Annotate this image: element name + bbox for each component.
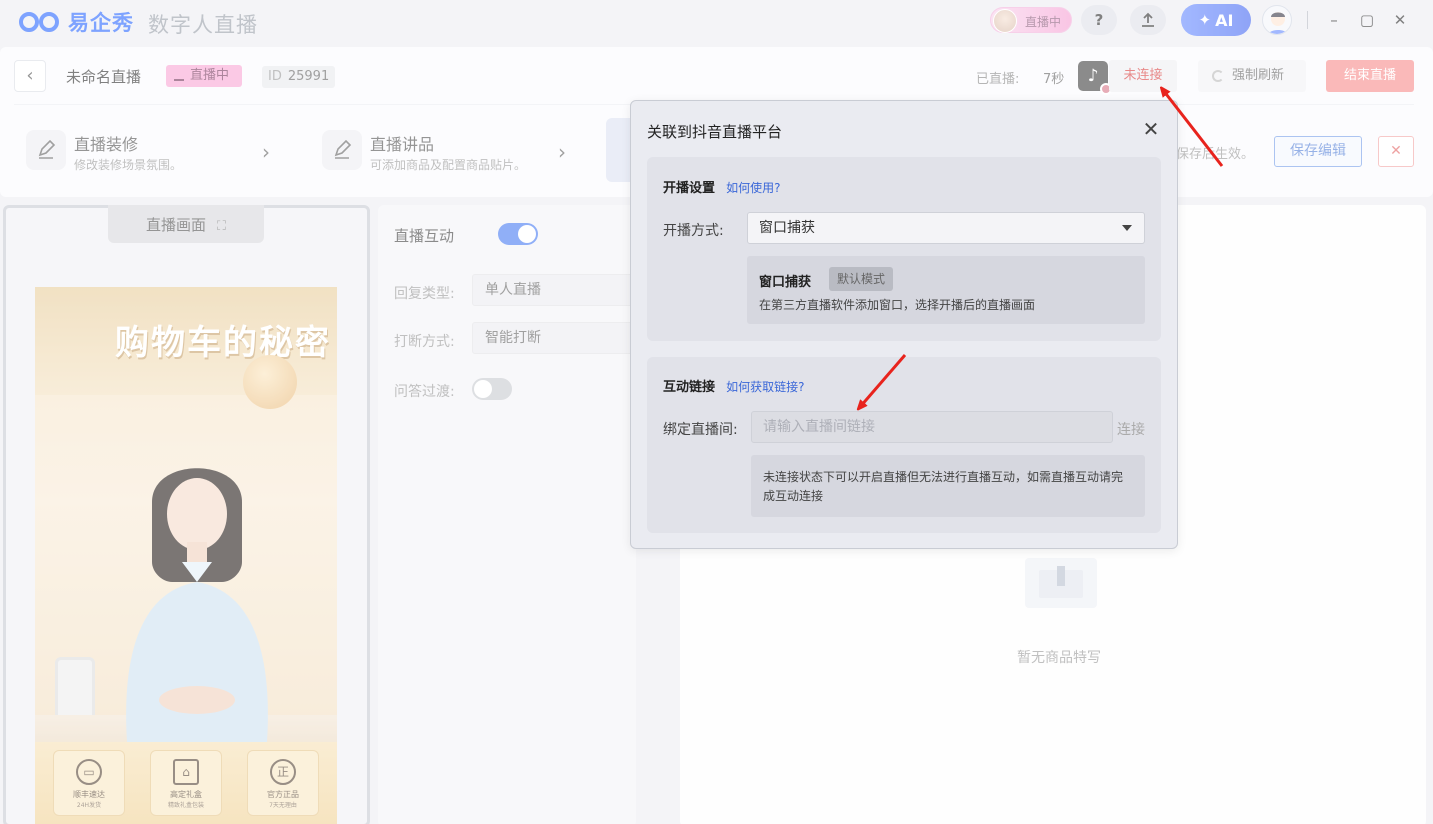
how-to-get-link[interactable]: 如何获取链接? [726,380,804,394]
broadcast-method-label: 开播方式: [663,223,724,239]
interaction-link-header: 互动链接 如何获取链接? [663,376,804,395]
broadcast-settings-title: 开播设置 [663,181,716,196]
interaction-link-title: 互动链接 [663,380,716,395]
default-mode-tag: 默认模式 [829,267,893,291]
window-capture-title: 窗口捕获 [759,275,812,290]
close-icon[interactable]: ✕ [1140,118,1162,140]
connection-notice: 未连接状态下可以开启直播但无法进行直播互动，如需直播互动请完成互动连接 [751,455,1145,517]
broadcast-method-value: 窗口捕获 [759,220,815,236]
broadcast-settings-header: 开播设置 如何使用? [663,177,780,196]
connection-status-label[interactable]: 未连接 [1109,60,1177,92]
bind-room-label: 绑定直播间: [663,422,738,438]
room-link-input[interactable] [751,411,1113,443]
window-capture-desc: 在第三方直播软件添加窗口，选择开播后的直播画面 [759,298,1036,312]
how-to-use-link[interactable]: 如何使用? [726,181,780,195]
broadcast-method-select[interactable]: 窗口捕获 [747,212,1145,244]
window-capture-info [747,256,1145,324]
caret-down-icon [1122,225,1132,231]
connect-button[interactable]: 连接 [1117,419,1145,439]
dialog-title: 关联到抖音直播平台 [647,123,783,141]
